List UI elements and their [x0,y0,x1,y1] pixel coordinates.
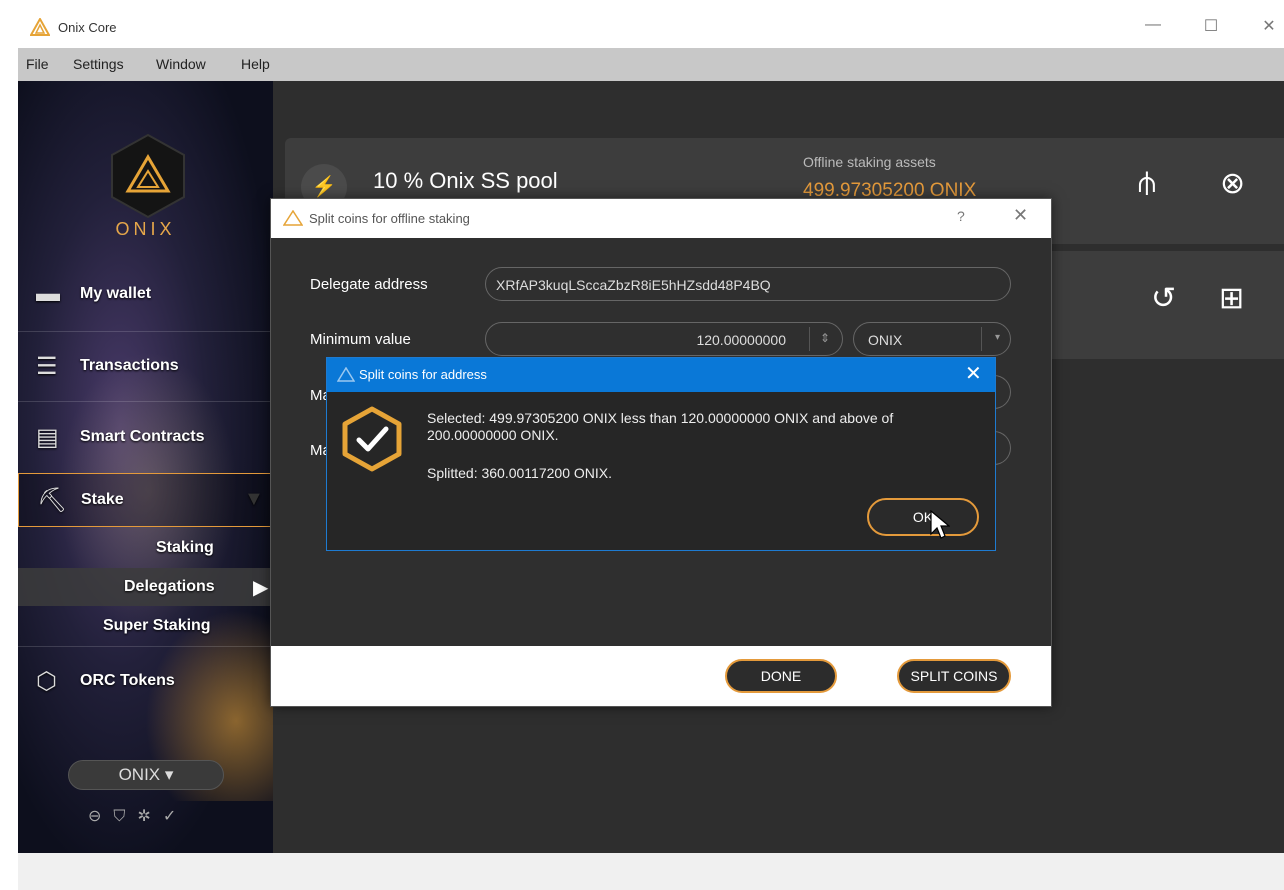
divider [981,327,982,351]
sidebar-subitem-delegations[interactable]: Delegations [124,578,215,596]
sync-status-icon: ⊖ [88,808,114,825]
chevron-down-icon: ▾ [994,332,1000,343]
history-icon[interactable]: ↺ [1151,281,1176,316]
mouse-cursor-icon [930,510,950,539]
wallet-icon: ▬ [36,280,60,307]
delegate-address-field[interactable]: XRfAP3kuqLSccaZbzR8iE5hHZsdd48P4BQ [485,267,1011,301]
divider [18,331,273,332]
menu-settings[interactable]: Settings [73,56,124,72]
dialog-footer: DONE SPLIT COINS [271,646,1051,706]
warning-triangle-icon [337,367,355,382]
sidebar-item-label: Smart Contracts [80,428,205,445]
warning-triangle-icon [283,210,303,226]
unit-select-value: ONIX [868,332,903,348]
minimum-value-label: Minimum value [310,331,411,348]
smart-contracts-icon: ▤ [36,423,59,451]
divider [809,327,810,351]
title-bar: Onix Core — ☐ ✕ [18,8,1284,48]
delegate-address-value: XRfAP3kuqLSccaZbzR8iE5hHZsdd48P4BQ [496,277,771,293]
window-title: Onix Core [58,20,117,35]
sidebar-item-label: ORC Tokens [80,672,175,689]
pool-title: 10 % Onix SS pool [373,168,558,193]
sidebar-item-orc-tokens[interactable]: ⬡ ORC Tokens [18,653,273,709]
brand-name: ONIX [115,219,176,239]
dialog-close-button[interactable]: ✕ [1013,205,1028,226]
minimize-button[interactable]: — [1138,16,1168,34]
sidebar-item-transactions[interactable]: ☰ Transactions [18,338,273,394]
sidebar-subitem-super-staking[interactable]: Super Staking [103,617,211,635]
message-line-3: Splitted: 360.00117200 ONIX. [427,465,612,481]
sidebar-subitem-staking[interactable]: Staking [156,539,214,557]
synced-check-icon: ✓ [162,808,189,825]
menu-file[interactable]: File [26,56,49,72]
message-line-2: 200.00000000 ONIX. [427,427,559,443]
split-result-dialog: Split coins for address ✕ Selected: 499.… [326,357,996,551]
sidebar-item-label: My wallet [80,285,152,302]
help-button[interactable]: ? [957,208,965,224]
dialog-titlebar: Split coins for address ✕ [327,358,995,392]
dialog-title: Split coins for offline staking [309,211,470,226]
message-line-1: Selected: 499.97305200 ONIX less than 12… [427,410,894,426]
sidebar-item-stake[interactable]: ⛏ Stake ▼ [18,473,273,527]
sidebar-item-label: Stake [81,491,124,508]
delegate-address-label: Delegate address [310,276,428,293]
active-arrow-icon: ▶ [253,577,269,599]
maximize-button[interactable]: ☐ [1196,16,1226,36]
remove-circle-icon[interactable]: ⊗ [1220,166,1245,201]
onix-logo-icon [30,18,50,36]
sidebar-item-label: Transactions [80,357,179,374]
app-window: Onix Core — ☐ ✕ File Settings Window Hel… [0,0,1284,890]
sidebar: ONIX ▬ My wallet ☰ Transactions ▤ Smart … [18,81,273,853]
success-check-icon [342,406,402,472]
split-icon[interactable]: ⫛ [1138,166,1156,200]
add-delegation-icon[interactable]: ⊞ [1219,281,1244,316]
chevron-down-icon: ▼ [244,488,264,510]
close-window-button[interactable]: ✕ [1254,16,1284,36]
assets-label: Offline staking assets [803,154,936,170]
sidebar-item-smart-contracts[interactable]: ▤ Smart Contracts [18,409,273,465]
ok-button[interactable]: OK [867,498,979,536]
stepper-icon[interactable]: ⇕ [820,331,830,345]
transactions-icon: ☰ [36,352,58,380]
menu-bar: File Settings Window Help [18,48,1284,81]
onix-hex-logo-icon [111,133,185,219]
staking-status-icon: ⛉ [113,808,138,825]
sidebar-item-my-wallet[interactable]: ▬ My wallet [18,266,273,322]
status-bar [18,853,1284,890]
dialog-title: Split coins for address [359,367,487,382]
divider [18,646,273,647]
minimum-value-amount: 120.00000000 [696,332,786,348]
network-status-icon: ✲ [137,808,163,825]
done-button[interactable]: DONE [725,659,837,693]
pickaxe-icon: ⛏ [37,486,68,514]
split-coins-button[interactable]: SPLIT COINS [897,659,1011,693]
menu-help[interactable]: Help [241,56,270,72]
dialog-titlebar: Split coins for offline staking ? ✕ [271,199,1051,238]
menu-window[interactable]: Window [156,56,206,72]
orc-tokens-icon: ⬡ [36,667,57,695]
minimum-value-field[interactable]: 120.00000000 ⇕ [485,322,843,356]
coin-selector-button[interactable]: ONIX ▾ [68,760,224,790]
divider [18,401,273,402]
unit-select[interactable]: ONIX ▾ [853,322,1011,356]
status-icons: ⊖⛉✲✓ [88,806,188,826]
dialog-close-button[interactable]: ✕ [965,361,982,386]
